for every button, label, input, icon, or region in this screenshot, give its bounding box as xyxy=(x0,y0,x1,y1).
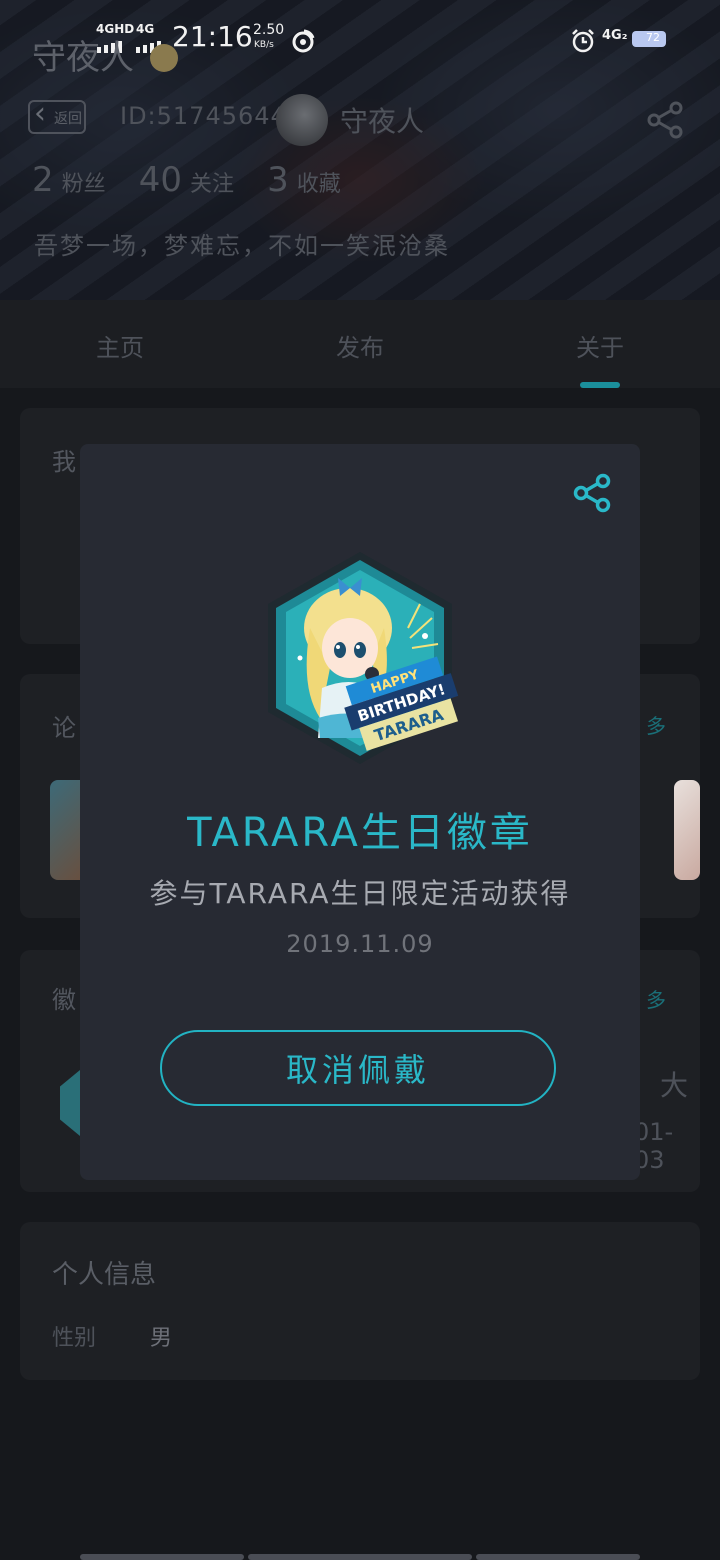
forum-thumbnail-right[interactable] xyxy=(674,780,700,880)
active-tab-indicator xyxy=(580,382,620,388)
chevron-left-icon: ‹ xyxy=(34,96,46,131)
personal-info-card: 个人信息 性别 男 xyxy=(20,1222,700,1380)
followers-count[interactable]: 2 xyxy=(32,160,54,200)
unwear-badge-button[interactable]: 取消佩戴 xyxy=(160,1030,556,1106)
nav-gesture-bar-right xyxy=(476,1554,640,1560)
back-button[interactable]: ‹ 返回 xyxy=(28,96,86,134)
share-icon[interactable] xyxy=(646,100,686,140)
following-count[interactable]: 40 xyxy=(139,160,182,200)
card3-side-text: 大 xyxy=(660,1069,689,1102)
card2-more-link[interactable]: 多 xyxy=(646,710,666,739)
user-id: ID:51745644 xyxy=(120,102,287,130)
share-icon[interactable] xyxy=(572,472,614,514)
avatar[interactable] xyxy=(276,94,328,146)
username-title: 守夜人 xyxy=(32,38,134,78)
nav-gesture-bar-center xyxy=(248,1554,472,1560)
badge-name: TARARA生日徽章 xyxy=(187,810,533,856)
tab-about[interactable]: 关于 xyxy=(576,328,624,363)
battery-level: 72 xyxy=(646,31,660,44)
card2-title: 论 xyxy=(52,714,76,742)
network-indicator-3: 4G₂ xyxy=(602,28,628,43)
profile-stats: 2 粉丝 40 关注 3 收藏 xyxy=(32,160,369,200)
weibo-notification-icon xyxy=(290,28,316,58)
following-label: 关注 xyxy=(190,172,235,197)
profile-tabs: 主页 发布 关于 xyxy=(0,300,720,388)
badge-detail-dialog: HAPPY BIRTHDAY! TARARA TARARA生日徽章 参与TARA… xyxy=(80,444,640,1180)
nickname: 守夜人 xyxy=(340,105,425,138)
tab-home[interactable]: 主页 xyxy=(96,328,144,363)
net-speed: 2.50 xyxy=(253,22,285,38)
alarm-icon xyxy=(570,28,596,58)
badge-image: HAPPY BIRTHDAY! TARARA xyxy=(260,548,460,768)
gender-label: 性别 xyxy=(52,1326,97,1351)
bio-text: 吾梦一场，梦难忘，不如一笑泯沧桑 xyxy=(34,232,450,260)
card3-title: 徽 xyxy=(52,986,76,1014)
small-avatar xyxy=(150,44,178,72)
card3-more-link[interactable]: 多 xyxy=(646,984,666,1013)
back-label: 返回 xyxy=(54,111,82,127)
network-indicator-2: 4G xyxy=(136,22,155,36)
personal-info-title: 个人信息 xyxy=(52,1260,157,1290)
badge-date: 2019.11.09 xyxy=(286,930,434,958)
tab-posts[interactable]: 发布 xyxy=(336,328,384,363)
badge-description: 参与TARARA生日限定活动获得 xyxy=(149,877,571,910)
battery-icon: 72 xyxy=(632,31,666,47)
card3-side-date: 01-03 xyxy=(634,1118,674,1174)
clock: 21:16 xyxy=(172,20,253,53)
nav-gesture-bar-left xyxy=(80,1554,244,1560)
favorites-label: 收藏 xyxy=(296,172,341,197)
card1-title: 我 xyxy=(52,448,76,476)
net-speed-unit: KB/s xyxy=(254,40,274,50)
profile-header: 4GHD 4G 21:16 2.50 KB/s 4G₂ 72 守夜人 ‹ 返回 … xyxy=(0,0,720,300)
favorites-count[interactable]: 3 xyxy=(267,160,289,200)
gender-value: 男 xyxy=(150,1326,173,1351)
followers-label: 粉丝 xyxy=(61,172,106,197)
